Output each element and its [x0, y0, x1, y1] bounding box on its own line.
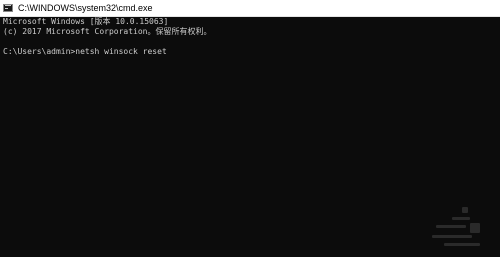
console-line-copyright: (c) 2017 Microsoft Corporation。保留所有权利。	[3, 27, 212, 36]
window-title: C:\WINDOWS\system32\cmd.exe	[18, 3, 153, 13]
console-output-area[interactable]: Microsoft Windows [版本 10.0.15063] (c) 20…	[0, 17, 500, 257]
cmd-window: C:\WINDOWS\system32\cmd.exe Microsoft Wi…	[0, 0, 500, 257]
watermark-graphic	[422, 205, 492, 251]
console-line-version: Microsoft Windows [版本 10.0.15063]	[3, 17, 169, 26]
cmd-icon[interactable]	[3, 4, 13, 12]
console-line-command: C:\Users\admin>netsh winsock reset	[3, 47, 167, 56]
title-bar[interactable]: C:\WINDOWS\system32\cmd.exe	[0, 0, 500, 17]
